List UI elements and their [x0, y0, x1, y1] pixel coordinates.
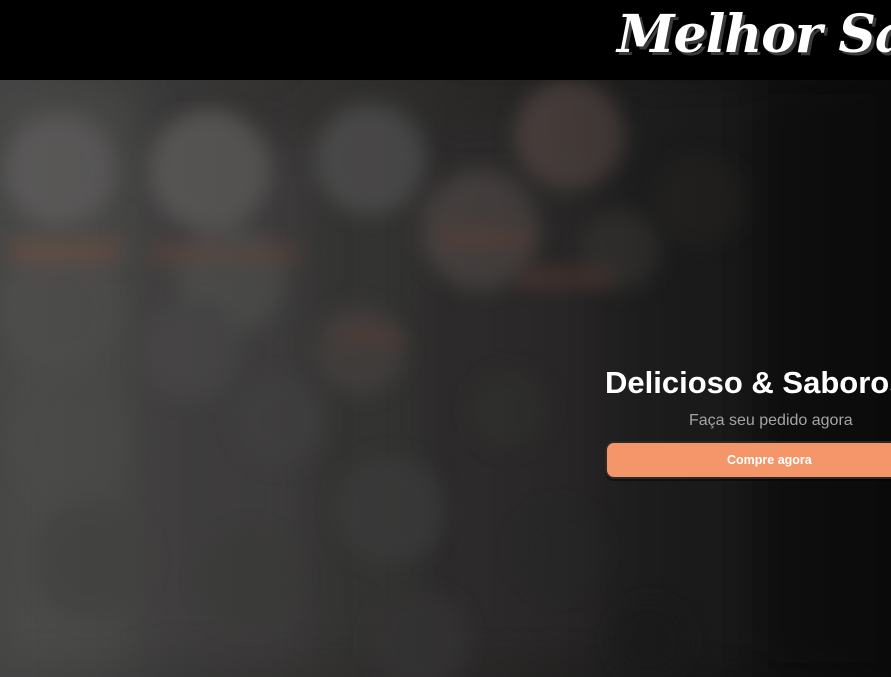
- site-header: Melhor Sabor: [0, 0, 891, 80]
- hero-title: Delicioso & Saboroso: [605, 365, 891, 400]
- hero-section: Delicioso & Saboroso Faça seu pedido ago…: [0, 80, 891, 677]
- buy-now-button[interactable]: Compre agora: [605, 441, 891, 479]
- landing-page: Melhor Sabor: [0, 0, 891, 677]
- hero-content: Delicioso & Saboroso Faça seu pedido ago…: [605, 365, 891, 479]
- hero-subtitle: Faça seu pedido agora: [689, 412, 853, 429]
- brand-logo[interactable]: Melhor Sabor: [617, 2, 891, 68]
